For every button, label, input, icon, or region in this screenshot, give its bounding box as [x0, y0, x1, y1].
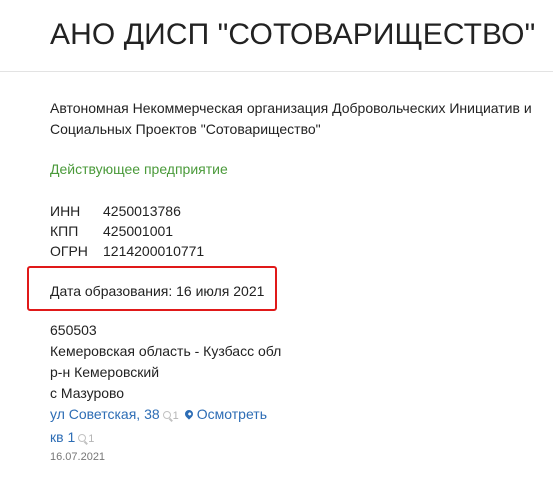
company-status: Действующее предприятие [50, 161, 228, 177]
search-icon [78, 434, 87, 442]
inn-label: ИНН [50, 203, 81, 219]
kpp-value: 425001001 [103, 223, 174, 239]
street-count-value: 1 [172, 410, 179, 422]
map-pin-icon [183, 408, 195, 420]
page-header: АНО ДИСП "СОТОВАРИЩЕСТВО" [0, 0, 553, 72]
street-search-count[interactable]: 1 [162, 410, 179, 422]
kpp-label: КПП [50, 223, 79, 239]
address-apartment-line: кв 1 1 [50, 427, 281, 450]
company-codes: ИНН 4250013786 КПП 425001001 ОГРН 121420… [50, 201, 204, 261]
address-postcode: 650503 [50, 322, 97, 338]
apartment-count-value: 1 [88, 433, 95, 445]
street-link[interactable]: ул Советская, 38 [50, 406, 160, 422]
ogrn-row: ОГРН 1214200010771 [50, 241, 204, 261]
inn-row: ИНН 4250013786 [50, 201, 204, 221]
address-locality: с Мазурово [50, 385, 125, 401]
address-street-line: ул Советская, 38 1 Осмотреть [50, 404, 281, 427]
company-address: 650503 Кемеровская область - Кузбасс обл… [50, 320, 281, 450]
apartment-search-count[interactable]: 1 [78, 433, 94, 445]
address-region: Кемеровская область - Кузбасс обл [50, 343, 282, 359]
map-view-link[interactable]: Осмотреть [197, 406, 267, 422]
updated-date: 16.07.2021 [50, 451, 106, 463]
inn-value: 4250013786 [103, 203, 181, 219]
ogrn-value: 1214200010771 [103, 243, 205, 259]
address-district: р-н Кемеровский [50, 364, 160, 380]
company-full-name: Автономная Некоммерческая организация До… [50, 100, 532, 137]
kpp-row: КПП 425001001 [50, 221, 204, 241]
search-icon [162, 411, 171, 419]
apartment-link[interactable]: кв 1 [50, 429, 75, 445]
page-title: АНО ДИСП "СОТОВАРИЩЕСТВО" [50, 18, 536, 51]
registration-highlight-box [27, 266, 277, 311]
ogrn-label: ОГРН [50, 243, 88, 259]
